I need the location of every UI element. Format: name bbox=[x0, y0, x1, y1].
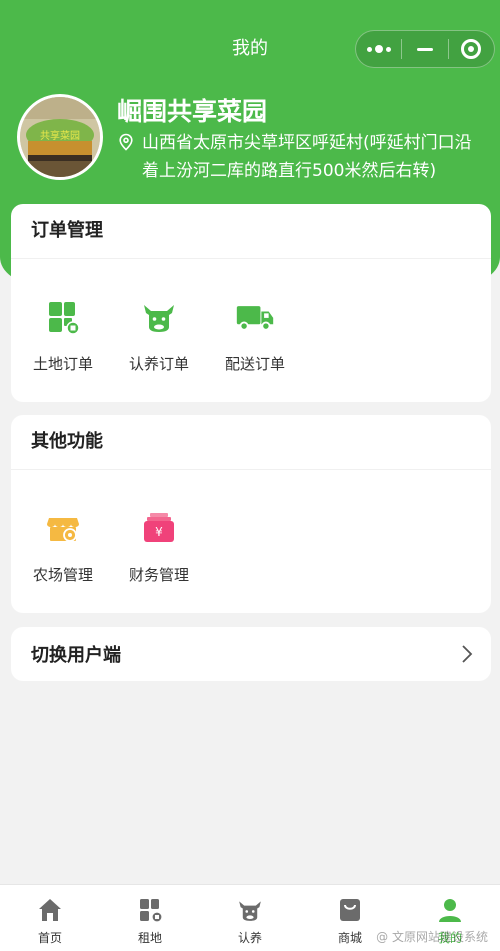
order-management-card: 订单管理 土地订单 认养订单 配送订单 bbox=[11, 204, 491, 402]
farm-name: 崛围共享菜园 bbox=[117, 97, 268, 126]
more-button[interactable] bbox=[356, 31, 401, 67]
tab-home[interactable]: 首页 bbox=[0, 885, 100, 951]
bag-icon bbox=[340, 899, 360, 921]
land-order-entry[interactable]: 土地订单 bbox=[15, 259, 111, 374]
farm-management-entry[interactable]: 农场管理 bbox=[15, 470, 111, 585]
tab-rent-land[interactable]: 租地 bbox=[100, 885, 200, 951]
shop-icon bbox=[43, 508, 83, 548]
cow-icon bbox=[239, 901, 261, 921]
switch-user-label: 切换用户端 bbox=[31, 645, 121, 666]
watermark: @ 文原网站建设系统 bbox=[376, 930, 488, 944]
farm-avatar-image: 共享菜园 bbox=[20, 97, 100, 177]
tab-adopt[interactable]: 认养 bbox=[200, 885, 300, 951]
land-order-label: 土地订单 bbox=[32, 355, 93, 373]
bottom-tab-bar: 首页 租地 认养 商城 我的 @ 文原网站建设系统 bbox=[0, 884, 500, 951]
mini-program-capsule bbox=[355, 30, 495, 68]
location-pin-icon bbox=[119, 133, 133, 151]
farm-address: 山西省太原市尖草坪区呼延村(呼延村门口沿着上汾河二库的路直行500米然后右转) bbox=[142, 133, 472, 181]
delivery-order-label: 配送订单 bbox=[224, 355, 285, 373]
tab-adopt-label: 认养 bbox=[237, 931, 262, 945]
land-icon bbox=[43, 297, 83, 337]
chevron-right-icon bbox=[462, 645, 473, 663]
other-functions-card: 其他功能 农场管理 ¥ 财务管理 bbox=[11, 415, 491, 613]
more-dots-icon bbox=[366, 45, 391, 53]
farm-management-label: 农场管理 bbox=[32, 566, 93, 584]
close-target-icon bbox=[461, 39, 482, 59]
svg-text:¥: ¥ bbox=[155, 525, 163, 539]
finance-management-label: 财务管理 bbox=[128, 566, 189, 584]
truck-icon bbox=[235, 297, 275, 337]
adoption-order-entry[interactable]: 认养订单 bbox=[111, 259, 207, 374]
other-functions-title: 其他功能 bbox=[31, 431, 103, 452]
finance-management-entry[interactable]: ¥ 财务管理 bbox=[111, 470, 207, 585]
delivery-order-entry[interactable]: 配送订单 bbox=[207, 259, 303, 374]
cow-icon bbox=[139, 297, 179, 337]
minimize-button[interactable] bbox=[402, 31, 447, 67]
close-button[interactable] bbox=[449, 31, 494, 67]
land-icon bbox=[140, 899, 163, 923]
home-icon bbox=[39, 899, 61, 921]
tab-mall-label: 商城 bbox=[337, 931, 362, 945]
finance-icon: ¥ bbox=[139, 508, 179, 548]
tab-rent-land-label: 租地 bbox=[137, 931, 162, 945]
switch-user-row[interactable]: 切换用户端 bbox=[11, 627, 491, 681]
adoption-order-label: 认养订单 bbox=[128, 355, 189, 373]
avatar-text: 共享菜园 bbox=[40, 129, 80, 142]
user-icon bbox=[439, 899, 461, 922]
tab-home-label: 首页 bbox=[37, 931, 62, 945]
order-management-title: 订单管理 bbox=[31, 220, 103, 241]
avatar[interactable]: 共享菜园 bbox=[17, 94, 103, 180]
minimize-icon bbox=[416, 47, 433, 51]
